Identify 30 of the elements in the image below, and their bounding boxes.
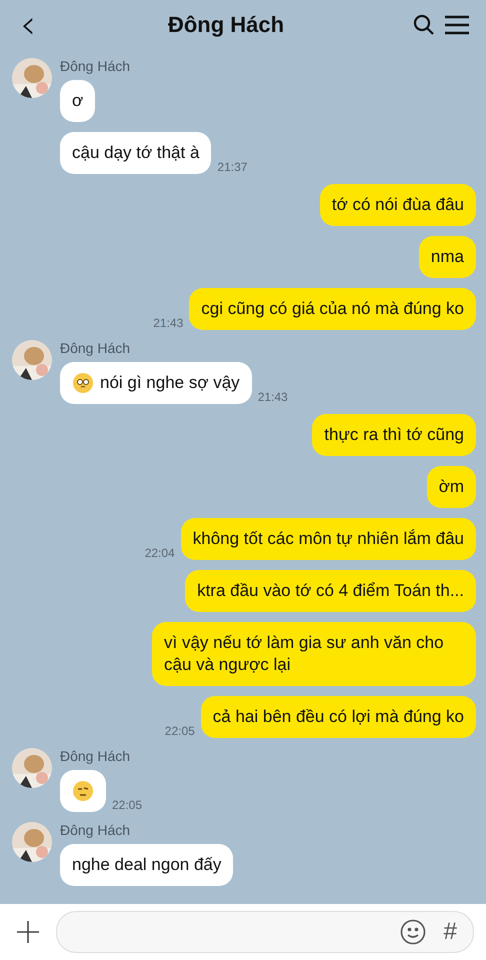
message-bubble: ơ [60, 80, 96, 122]
message-input[interactable]: # [56, 911, 474, 953]
message-bubble: thực ra thì tớ cũng [312, 414, 476, 456]
message-bubble: nghe deal ngon đấy [60, 844, 234, 886]
emoji-icon [72, 780, 94, 802]
chat-title: Đông Hách [168, 12, 284, 38]
message-time: 22:05 [112, 798, 142, 812]
message-time: 22:04 [144, 546, 175, 560]
message-time: 21:43 [153, 316, 184, 330]
sender-name: Đông Hách [60, 58, 130, 74]
message-bubble: ktra đầu vào tớ có 4 điểm Toán th... [185, 570, 476, 612]
sender-name: Đông Hách [60, 340, 130, 356]
message-bubble: cả hai bên đều có lợi mà đúng ko [200, 696, 476, 738]
message-bubble: ờm [426, 466, 476, 508]
message-bubble: cgi cũng có giá của nó mà đúng ko [189, 288, 476, 330]
sender-name: Đông Hách [60, 748, 130, 764]
message-bubble: tớ có nói đùa đâu [320, 184, 476, 226]
message-bubble: vì vậy nếu tớ làm gia sư anh văn cho cậu và ngược lại [152, 622, 476, 686]
smiley-icon[interactable] [400, 919, 426, 945]
sender-name: Đông Hách [60, 822, 130, 838]
message-bubble: cậu dạy tớ thật à [60, 132, 212, 174]
message-bubble: không tốt các môn tự nhiên lắm đâu [180, 518, 476, 560]
message-time: 21:43 [258, 390, 288, 404]
message-time: 22:05 [164, 724, 195, 738]
emoji-icon [72, 372, 94, 394]
hashtag-button[interactable]: # [444, 918, 457, 946]
message-bubble: nma [418, 236, 476, 278]
message-bubble: nói gì nghe sợ vậy [60, 362, 252, 404]
message-time: 21:37 [217, 160, 248, 174]
back-button[interactable]: ‹ [12, 5, 44, 45]
